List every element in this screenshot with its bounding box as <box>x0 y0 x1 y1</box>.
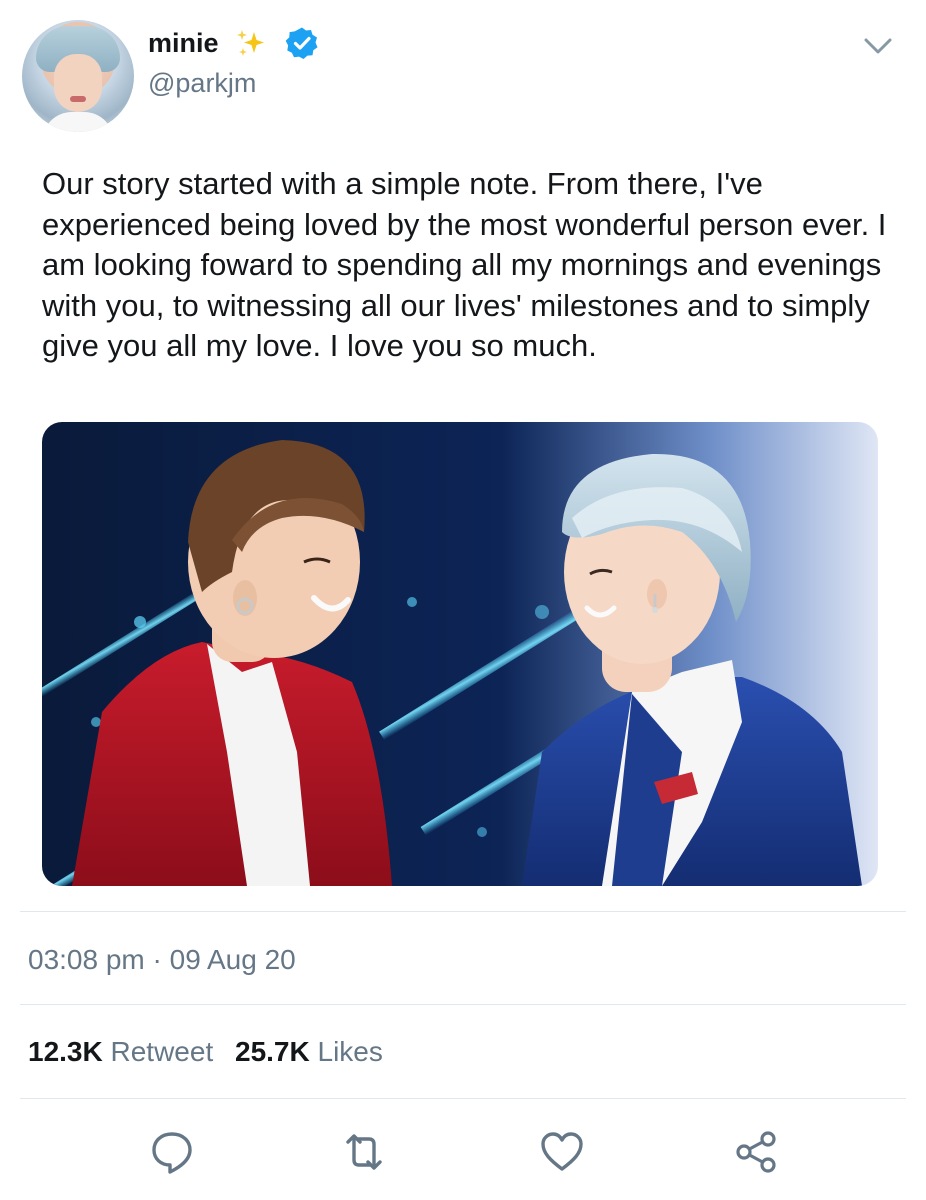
avatar[interactable] <box>22 20 134 132</box>
user-handle[interactable]: @parkjm <box>148 68 256 99</box>
tweet-media-image[interactable] <box>42 422 878 886</box>
likes-label: Likes <box>317 1036 383 1067</box>
retweets-count: 12.3K <box>28 1036 103 1067</box>
tweet-text: Our story started with a simple note. Fr… <box>42 166 896 363</box>
likes-stat[interactable]: 25.7K Likes <box>235 1036 383 1068</box>
divider <box>20 1004 906 1005</box>
share-icon[interactable] <box>732 1128 780 1176</box>
tweet-timestamp[interactable]: 03:08 pm · 09 Aug 20 <box>28 944 296 976</box>
divider <box>20 1098 906 1099</box>
verified-badge-icon <box>285 27 318 59</box>
avatar-shirt <box>42 112 114 132</box>
chevron-down-icon[interactable] <box>862 32 894 60</box>
likes-count: 25.7K <box>235 1036 310 1067</box>
retweets-stat[interactable]: 12.3K Retweet <box>28 1036 213 1068</box>
divider <box>20 911 906 912</box>
avatar-lips <box>70 96 86 102</box>
stage-photo <box>42 422 878 886</box>
retweets-label: Retweet <box>110 1036 214 1067</box>
display-name[interactable]: minie <box>148 28 219 59</box>
reply-icon[interactable] <box>148 1128 196 1176</box>
engagement-stats: 12.3K Retweet 25.7K Likes <box>28 1036 397 1068</box>
sparkles-icon <box>237 30 264 56</box>
retweet-icon[interactable] <box>340 1128 388 1176</box>
tweet-detail: minie @parkjm Our story started with a s… <box>0 0 926 1200</box>
like-icon[interactable] <box>538 1128 586 1176</box>
avatar-face <box>54 54 102 112</box>
